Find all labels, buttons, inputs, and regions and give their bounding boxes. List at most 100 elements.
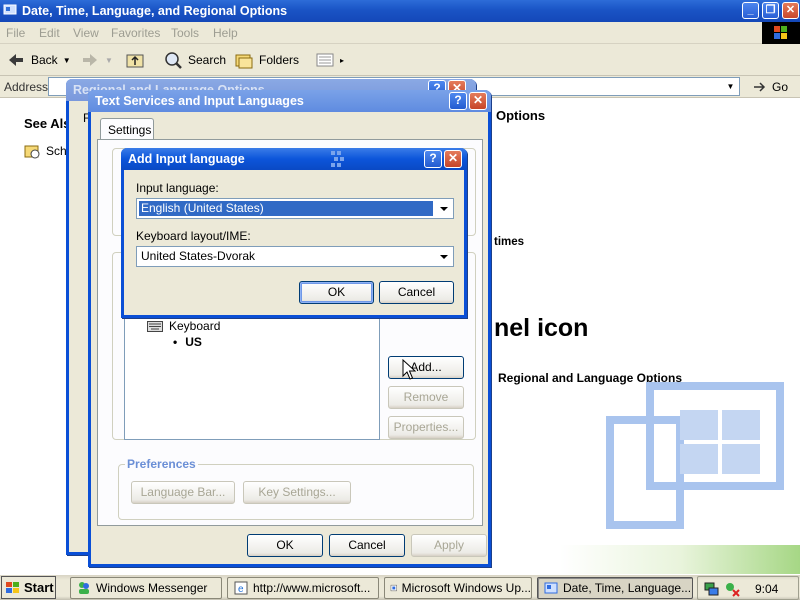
input-language-select[interactable]: English (United States): [136, 198, 454, 219]
folders-button[interactable]: Folders: [234, 50, 299, 70]
go-button[interactable]: Go: [752, 79, 788, 95]
windows-watermark-icon: [606, 382, 784, 529]
address-dropdown-icon[interactable]: ▼: [723, 79, 738, 94]
tab-settings[interactable]: Settings: [100, 118, 154, 140]
task-windows-update[interactable]: Microsoft Windows Up...: [384, 577, 532, 599]
task-windows-messenger[interactable]: Windows Messenger: [70, 577, 222, 599]
menu-tools[interactable]: Tools: [171, 26, 199, 40]
window-page-icon: [390, 584, 397, 592]
views-button[interactable]: ▸: [315, 50, 344, 70]
properties-button[interactable]: Properties...: [388, 416, 464, 439]
go-label: Go: [772, 80, 789, 94]
folders-icon: [235, 54, 253, 69]
title-texture-icon: [331, 151, 344, 167]
task-date-time-language[interactable]: Date, Time, Language...: [537, 577, 693, 599]
toolbar: Back ▼ ▼ Search Folders ▸: [0, 44, 800, 76]
close-button[interactable]: ✕: [782, 2, 799, 19]
add-button[interactable]: Add...: [388, 356, 464, 379]
bullet-icon: •: [173, 335, 178, 349]
taskbar: Start Windows Messenger e http://www.mic…: [0, 574, 800, 600]
keyboard-us-label: US: [185, 335, 202, 349]
start-label: Start: [24, 580, 54, 595]
add-input-language-dialog: Add Input language ? ✕ Input language: E…: [121, 148, 467, 318]
up-folder-button[interactable]: [125, 50, 145, 70]
keyboard-layout-select[interactable]: United States-Dvorak: [136, 246, 454, 267]
search-icon: [165, 52, 182, 69]
text-services-title: Text Services and Input Languages: [95, 94, 304, 108]
add-input-cancel-button[interactable]: Cancel: [379, 281, 454, 304]
cancel-button[interactable]: Cancel: [329, 534, 405, 557]
messenger-status-icon[interactable]: [724, 581, 740, 597]
add-input-ok-button[interactable]: OK: [299, 281, 374, 304]
add-input-title: Add Input language: [128, 152, 245, 166]
menu-edit[interactable]: Edit: [39, 26, 60, 40]
forward-dropdown-icon[interactable]: ▼: [105, 56, 113, 65]
panel-icon-heading: nel icon: [494, 314, 589, 342]
task-label: Microsoft Windows Up...: [401, 581, 531, 595]
input-language-value: English (United States): [139, 201, 433, 216]
language-bar-button[interactable]: Language Bar...: [131, 481, 235, 504]
window-title: Date, Time, Language, and Regional Optio…: [22, 4, 288, 18]
maximize-button[interactable]: ❐: [762, 2, 779, 19]
svg-text:e: e: [238, 584, 244, 595]
add-input-close-button[interactable]: ✕: [444, 150, 462, 168]
control-panel-icon: [544, 582, 558, 594]
menu-bar: File Edit View Favorites Tools Help: [0, 22, 800, 44]
installed-services-tree[interactable]: Keyboard • US: [124, 310, 380, 440]
window-titlebar: Date, Time, Language, and Regional Optio…: [0, 0, 800, 22]
text-services-titlebar: Text Services and Input Languages ? ✕: [88, 90, 491, 112]
input-language-label: Input language:: [136, 181, 219, 195]
see-also-heading: See Als: [24, 116, 71, 131]
start-button[interactable]: Start: [1, 576, 56, 599]
preferences-label: Preferences: [125, 457, 198, 471]
search-button[interactable]: Search: [163, 50, 226, 70]
keyboard-node[interactable]: Keyboard: [147, 319, 220, 333]
ok-button[interactable]: OK: [247, 534, 323, 557]
desktop-gradient: [560, 545, 800, 574]
system-tray: 9:04: [697, 576, 799, 600]
times-text: times: [494, 236, 525, 248]
keyboard-layout-dropdown-icon[interactable]: [435, 248, 452, 265]
keyboard-layout-value: United States-Dvorak: [141, 249, 256, 263]
internet-explorer-icon: e: [234, 581, 248, 595]
task-label: Date, Time, Language...: [563, 581, 692, 595]
forward-arrow-icon: [83, 54, 97, 66]
windows-flag-icon: [6, 581, 19, 593]
back-arrow-icon: [9, 54, 23, 66]
views-icon: [316, 53, 334, 67]
text-services-help-button[interactable]: ?: [449, 92, 467, 110]
task-label: Windows Messenger: [96, 581, 208, 595]
menu-file[interactable]: File: [6, 26, 25, 40]
menu-help[interactable]: Help: [213, 26, 238, 40]
task-label: http://www.microsoft...: [253, 581, 371, 595]
clock: 9:04: [755, 582, 779, 596]
back-button[interactable]: Back ▼: [6, 50, 71, 70]
control-panel-icon: [3, 4, 17, 15]
text-services-close-button[interactable]: ✕: [469, 92, 487, 110]
task-ie-microsoft[interactable]: e http://www.microsoft...: [227, 577, 379, 599]
minimize-button[interactable]: _: [742, 2, 759, 19]
keyboard-layout-label: Keyboard layout/IME:: [136, 229, 251, 243]
keyboard-us-item[interactable]: • US: [173, 335, 202, 349]
add-input-titlebar: Add Input language ? ✕: [121, 148, 467, 170]
remove-button[interactable]: Remove: [388, 386, 464, 409]
menu-favorites[interactable]: Favorites: [111, 26, 160, 40]
options-heading: Options: [496, 108, 546, 123]
windows-logo: [762, 22, 800, 44]
back-label: Back: [31, 53, 58, 67]
add-input-help-button[interactable]: ?: [424, 150, 442, 168]
network-icon[interactable]: [704, 581, 720, 597]
search-label: Search: [188, 53, 227, 67]
back-dropdown-icon[interactable]: ▼: [63, 56, 71, 65]
forward-button[interactable]: ▼: [80, 50, 113, 70]
address-label: Address: [4, 80, 49, 94]
views-dropdown-icon[interactable]: ▸: [340, 56, 344, 65]
menu-view[interactable]: View: [73, 26, 99, 40]
input-language-dropdown-icon[interactable]: [435, 200, 452, 217]
preferences-group: Preferences Language Bar... Key Settings…: [118, 457, 474, 520]
keyboard-label: Keyboard: [169, 319, 221, 333]
apply-button[interactable]: Apply: [411, 534, 487, 557]
key-settings-button[interactable]: Key Settings...: [243, 481, 351, 504]
messenger-icon: [79, 582, 89, 594]
mouse-cursor-icon: [402, 359, 416, 380]
